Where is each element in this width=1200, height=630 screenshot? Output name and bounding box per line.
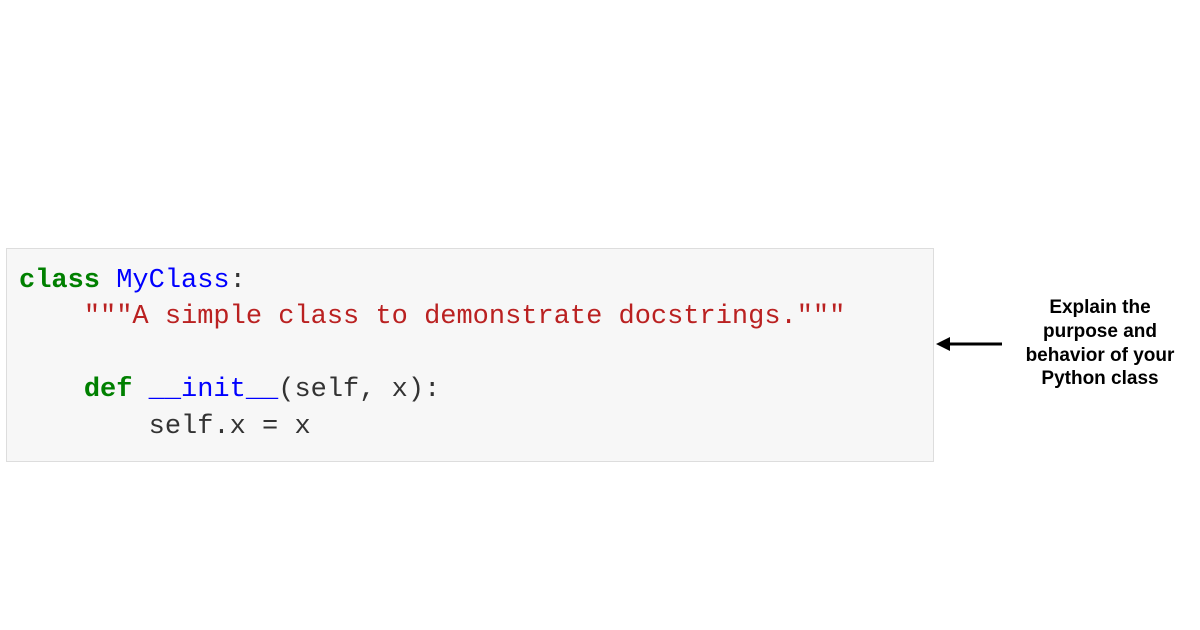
- class-name: MyClass: [116, 266, 229, 296]
- code-colon: :: [230, 266, 246, 296]
- keyword-def: def: [84, 375, 133, 405]
- keyword-class: class: [19, 266, 100, 296]
- body-text: self.x = x: [149, 412, 311, 442]
- code-indent: [19, 412, 149, 442]
- annotation-text: Explain the purpose and behavior of your…: [1010, 296, 1190, 391]
- code-indent: [19, 302, 84, 332]
- annotation-wrap: Explain the purpose and behavior of your…: [936, 296, 1190, 391]
- docstring-text: """A simple class to demonstrate docstri…: [84, 302, 846, 332]
- figure-container: class MyClass: """A simple class to demo…: [6, 248, 1190, 462]
- code-space: [100, 266, 116, 296]
- params-text: (self, x):: [278, 375, 440, 405]
- code-space: [132, 375, 148, 405]
- code-indent: [19, 375, 84, 405]
- arrow-left-icon: [936, 333, 1004, 355]
- function-name: __init__: [149, 375, 279, 405]
- code-block: class MyClass: """A simple class to demo…: [6, 248, 934, 462]
